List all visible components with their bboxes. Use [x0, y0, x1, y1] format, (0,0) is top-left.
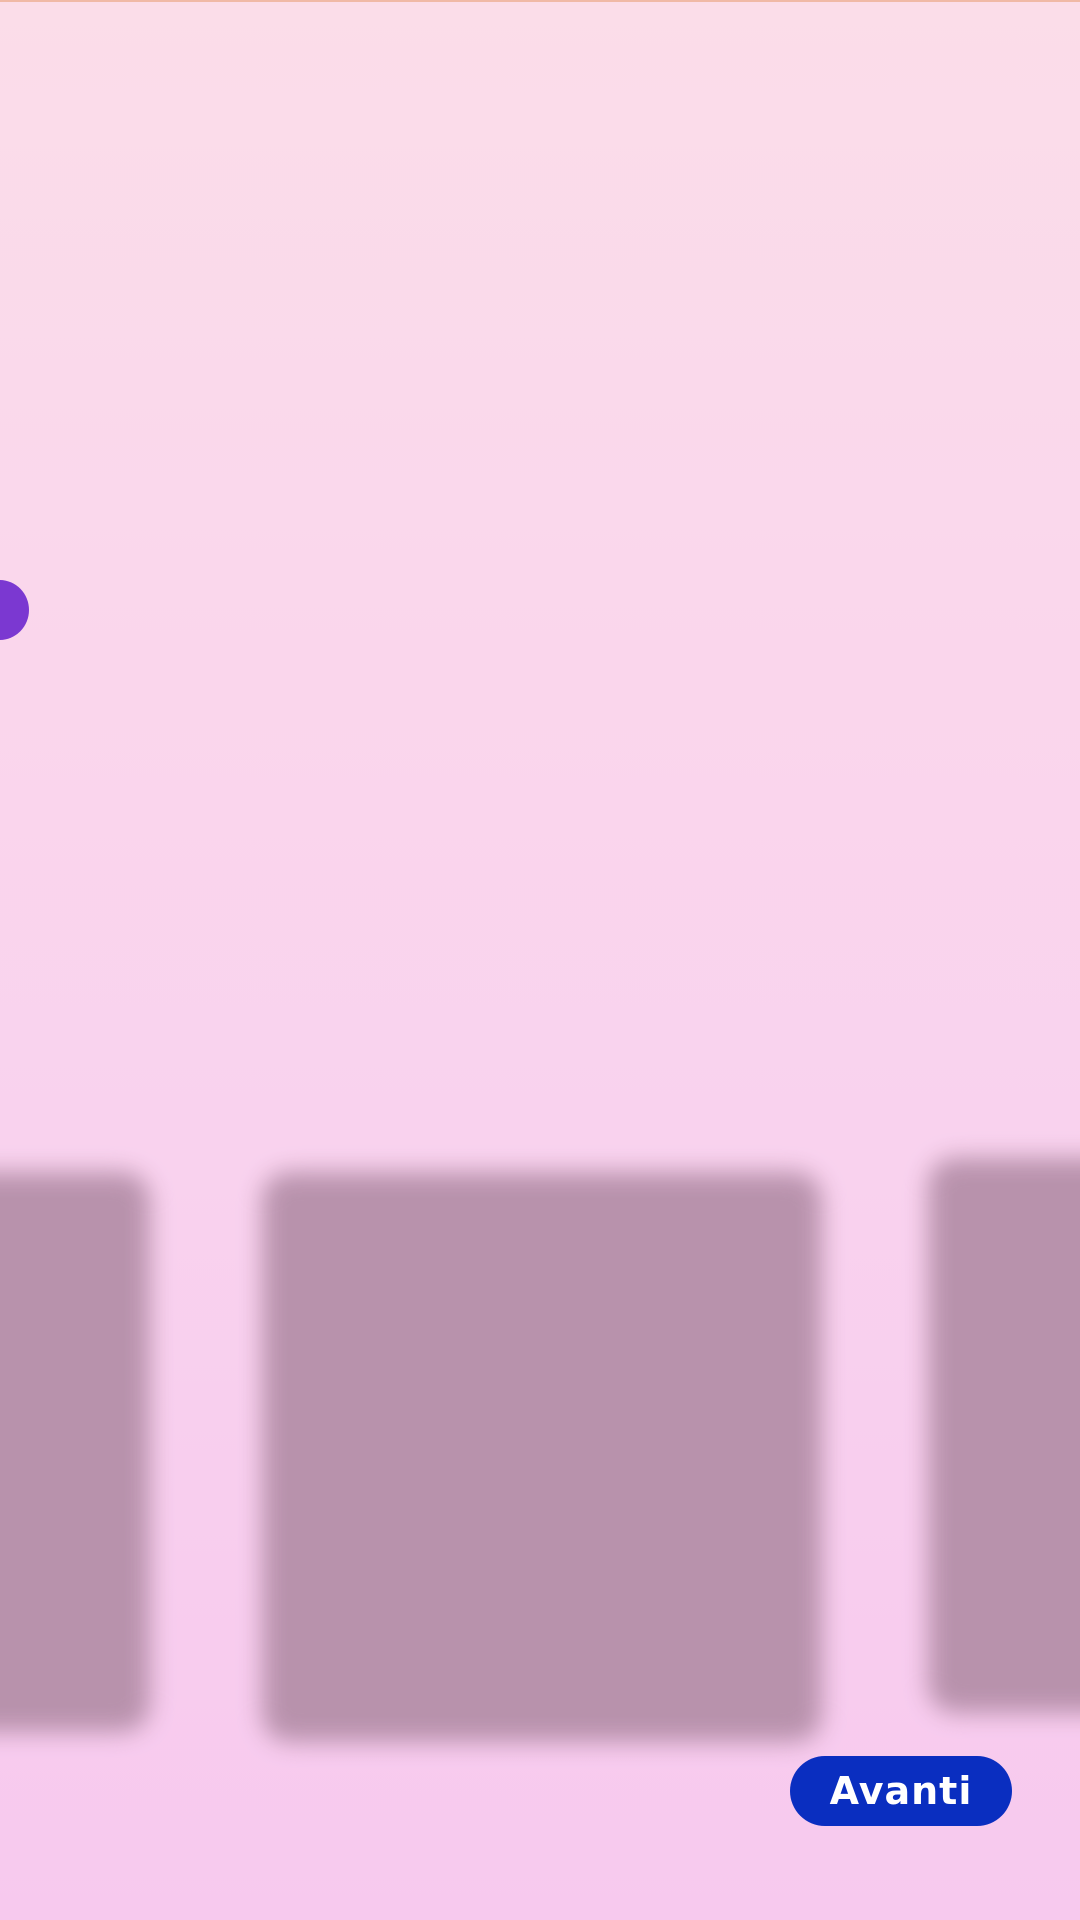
carousel-card-next[interactable] — [928, 1158, 1080, 1713]
carousel-card-current[interactable] — [262, 1172, 822, 1742]
next-button[interactable]: Avanti — [790, 1756, 1012, 1826]
card-carousel[interactable] — [0, 0, 1080, 1920]
carousel-card-previous[interactable] — [0, 1172, 150, 1732]
